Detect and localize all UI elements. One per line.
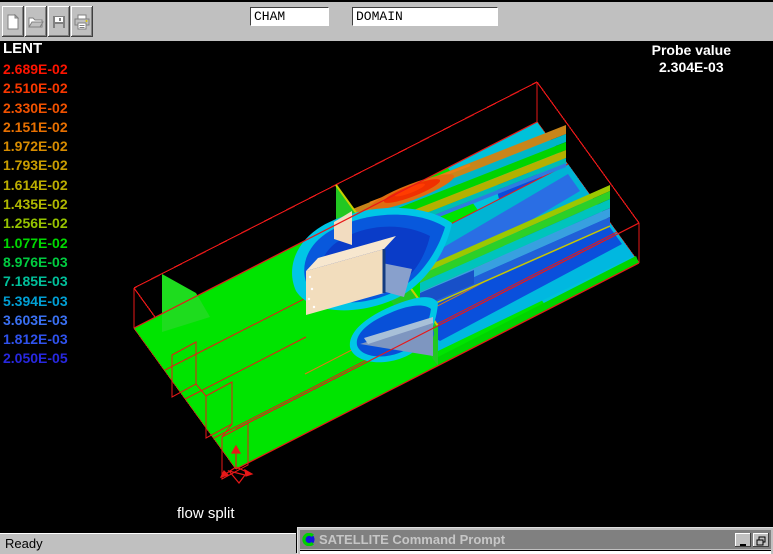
legend-value: 2.689E-02 [3,60,68,79]
command-window-client[interactable] [300,550,771,554]
legend-value: 1.435E-02 [3,195,68,214]
plot-caption: flow split [177,505,235,523]
probe-label: Probe value [652,42,731,59]
legend-value: 1.972E-02 [3,137,68,156]
legend-value: 2.151E-02 [3,118,68,137]
legend-value: 1.077E-02 [3,234,68,253]
command-window-titlebar[interactable]: SATELLITE Command Prompt [300,530,771,549]
open-folder-icon [28,14,44,30]
legend-value: 2.510E-02 [3,79,68,98]
color-legend: LENT 2.689E-022.510E-022.330E-022.151E-0… [3,41,68,369]
legend-value: 1.256E-02 [3,214,68,233]
domain-field[interactable] [352,7,498,26]
flow-visualization[interactable] [0,41,773,533]
open-button[interactable] [25,6,47,37]
new-document-icon [5,14,21,30]
cham-field[interactable] [250,7,329,26]
command-window-title: SATELLITE Command Prompt [319,533,733,547]
minimize-button[interactable] [735,533,751,547]
legend-value: 5.394E-03 [3,292,68,311]
status-text: Ready [5,536,43,551]
legend-value: 8.976E-03 [3,253,68,272]
satellite-command-prompt-window[interactable]: SATELLITE Command Prompt [297,527,773,554]
legend-title: LENT [3,41,68,57]
maximize-icon [756,536,766,547]
graphics-viewport[interactable]: LENT 2.689E-022.510E-022.330E-022.151E-0… [0,41,773,533]
legend-value: 1.614E-02 [3,176,68,195]
save-button[interactable] [48,6,70,37]
legend-value: 7.185E-03 [3,272,68,291]
legend-value: 1.793E-02 [3,156,68,175]
save-icon [51,14,67,30]
print-button[interactable] [71,6,93,37]
legend-value: 3.603E-03 [3,311,68,330]
toolbar [0,0,773,41]
legend-value: 2.330E-02 [3,99,68,118]
legend-items: 2.689E-022.510E-022.330E-022.151E-021.97… [3,60,68,369]
probe-value: 2.304E-03 [652,59,731,76]
print-icon [74,14,90,30]
new-button[interactable] [2,6,24,37]
probe-readout: Probe value 2.304E-03 [652,42,731,76]
legend-value: 2.050E-05 [3,349,68,368]
satellite-logo-icon [302,533,315,546]
maximize-button[interactable] [753,533,769,547]
minimize-icon [739,538,747,547]
legend-value: 1.812E-03 [3,330,68,349]
